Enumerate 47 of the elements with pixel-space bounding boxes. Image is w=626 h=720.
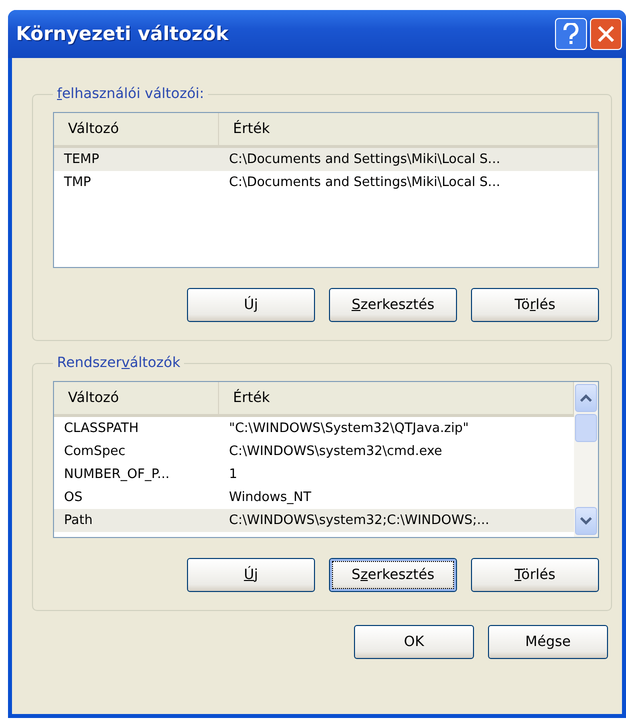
- column-header[interactable]: Változó: [54, 382, 219, 414]
- chevron-down-icon: [580, 517, 592, 525]
- variable-name: NUMBER_OF_P...: [63, 467, 171, 482]
- question-mark-icon: [562, 23, 580, 45]
- action-button[interactable]: Szerkesztés: [329, 558, 457, 592]
- variable-name: CLASSPATH: [63, 421, 140, 436]
- column-header[interactable]: Változó: [54, 113, 219, 145]
- dialog-button[interactable]: Mégse: [488, 625, 608, 659]
- list-row[interactable]: TEMP C:\Documents and Settings\Miki\Local S...: [54, 148, 598, 171]
- action-button[interactable]: Törlés: [471, 558, 599, 592]
- variable-name: OS: [63, 490, 84, 505]
- group-label: felhasználói változói:: [56, 86, 206, 102]
- variable-list[interactable]: Változó Érték TEMP C:\Documents and Settings\Miki\Local S... TMP C:\Documents and Settings\Miki\Local S...: [53, 112, 599, 268]
- group-label: Rendszerváltozók: [56, 355, 182, 371]
- scroll-down-button[interactable]: [575, 507, 597, 535]
- close-icon: [597, 25, 615, 43]
- scroll-thumb[interactable]: [575, 414, 597, 442]
- column-header[interactable]: Érték: [219, 113, 598, 145]
- variable-name: TMP: [63, 175, 92, 190]
- variable-value: C:\Documents and Settings\Miki\Local S...: [228, 175, 502, 190]
- list-row[interactable]: ComSpec C:\WINDOWS\system32\cmd.exe: [54, 440, 574, 463]
- scroll-up-button[interactable]: [575, 384, 597, 412]
- list-row[interactable]: Path C:\WINDOWS\system32;C:\WINDOWS;...: [54, 509, 574, 532]
- list-row[interactable]: OS Windows_NT: [54, 486, 574, 509]
- variable-value: "C:\WINDOWS\System32\QTJava.zip": [228, 421, 470, 436]
- variable-value: C:\Documents and Settings\Miki\Local S...: [228, 152, 502, 167]
- action-button[interactable]: Szerkesztés: [329, 288, 457, 322]
- variable-value: C:\WINDOWS\system32\cmd.exe: [228, 444, 444, 459]
- action-button[interactable]: Új: [187, 558, 315, 592]
- variable-value: C:\WINDOWS\system32;C:\WINDOWS;...: [228, 513, 490, 528]
- chevron-up-icon: [580, 394, 592, 402]
- variable-name: ComSpec: [63, 444, 126, 459]
- scrollbar[interactable]: [574, 382, 598, 537]
- list-row[interactable]: TMP C:\Documents and Settings\Miki\Local S...: [54, 171, 598, 194]
- action-button[interactable]: Törlés: [471, 288, 599, 322]
- variable-name: TEMP: [63, 152, 100, 167]
- variable-value: Windows_NT: [228, 490, 312, 505]
- variable-value: 1: [228, 467, 238, 482]
- help-button[interactable]: [555, 18, 587, 50]
- variable-name: Path: [63, 513, 94, 528]
- list-row[interactable]: CLASSPATH "C:\WINDOWS\System32\QTJava.zip": [54, 417, 574, 440]
- list-row[interactable]: NUMBER_OF_P... 1: [54, 463, 574, 486]
- dialog-button[interactable]: OK: [354, 625, 474, 659]
- variable-list[interactable]: Változó Érték CLASSPATH "C:\WINDOWS\System32\QTJava.zip" ComSpec C:\WINDOWS\system32\cmd.exe NUMBER_OF_P... 1 OS Windows_NT Path C:\WINDOWS\system32;C:\WINDOWS;...: [53, 381, 599, 538]
- action-button[interactable]: Új: [187, 288, 315, 322]
- close-button[interactable]: [590, 18, 622, 50]
- window-title: Környezeti változók: [16, 23, 230, 45]
